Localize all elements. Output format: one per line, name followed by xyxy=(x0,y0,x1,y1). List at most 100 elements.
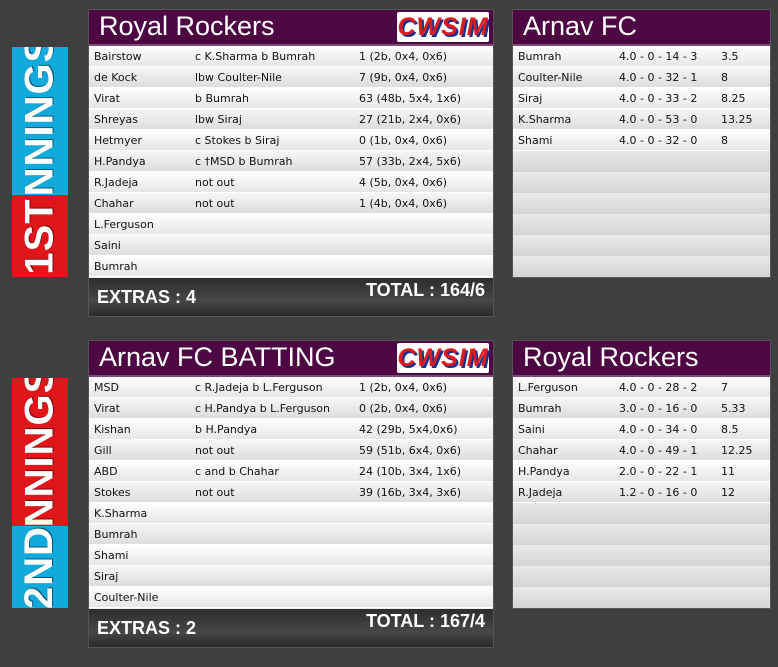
batter-name: H.Pandya xyxy=(94,154,146,168)
dismissal: c H.Pandya b L.Ferguson xyxy=(195,401,331,415)
innings-2-label: INNINGS 2ND xyxy=(12,378,68,608)
bowler-figures: 4.0 - 0 - 28 - 2 xyxy=(619,380,698,394)
batter-name: Shreyas xyxy=(94,112,138,126)
bowler-economy: 3.5 xyxy=(721,49,739,63)
empty-rows xyxy=(513,503,770,608)
batter-row: Bairstow c K.Sharma b Bumrah 1 (2b, 0x4, 0… xyxy=(89,46,493,67)
bowler-name: R.Jadeja xyxy=(518,485,563,499)
dismissal: b Bumrah xyxy=(195,91,249,105)
batter-row: Chahar not out 1 (4b, 0x4, 0x6) xyxy=(89,193,493,214)
batter-score: 1 (2b, 0x4, 0x6) xyxy=(359,49,448,63)
batter-name: R.Jadeja xyxy=(94,175,139,189)
innings-1-batting-card: Royal Rockers CWSIM Bairstow c K.Sharma b… xyxy=(88,9,494,317)
batter-row: Siraj xyxy=(89,566,493,587)
total-score: TOTAL : 164/6 xyxy=(365,280,485,300)
bowler-economy: 8 xyxy=(721,133,728,147)
bowler-name: H.Pandya xyxy=(518,464,570,478)
bowler-economy: 5.33 xyxy=(721,401,746,415)
total-score: TOTAL : 167/4 xyxy=(365,611,485,631)
bowler-economy: 13.25 xyxy=(721,112,753,126)
bowler-figures: 4.0 - 0 - 32 - 0 xyxy=(619,133,698,147)
dismissal: lbw Siraj xyxy=(195,112,242,126)
bowler-row: L.Ferguson 4.0 - 0 - 28 - 2 7 xyxy=(513,377,770,398)
innings-2-bowling-card: Royal Rockers L.Ferguson 4.0 - 0 - 28 - 2… xyxy=(512,340,771,609)
bowler-row: Bumrah 4.0 - 0 - 14 - 3 3.5 xyxy=(513,46,770,67)
batter-row: Hetmyer c Stokes b Siraj 0 (1b, 0x4, 0x6) xyxy=(89,130,493,151)
batter-name: Bumrah xyxy=(94,527,138,541)
batter-score: 42 (29b, 5x4,0x6) xyxy=(359,422,458,436)
batter-score: 0 (2b, 0x4, 0x6) xyxy=(359,401,448,415)
bowler-economy: 8 xyxy=(721,70,728,84)
dismissal: c R.Jadeja b L.Ferguson xyxy=(195,380,323,394)
batter-row: K.Sharma xyxy=(89,503,493,524)
bowling-rows: L.Ferguson 4.0 - 0 - 28 - 2 7 Bumrah 3.0 - … xyxy=(513,377,770,503)
bowling-team-title: Royal Rockers xyxy=(523,342,699,372)
bowler-row: Shami 4.0 - 0 - 32 - 0 8 xyxy=(513,130,770,151)
empty-rows xyxy=(513,151,770,277)
batter-name: Hetmyer xyxy=(94,133,142,147)
bowler-name: Coulter-Nile xyxy=(518,70,583,84)
dismissal: lbw Coulter-Nile xyxy=(195,70,282,84)
batter-name: Bumrah xyxy=(94,259,138,273)
batter-score: 59 (51b, 6x4, 0x6) xyxy=(359,443,462,457)
batter-name: ABD xyxy=(94,464,118,478)
bowler-name: Saini xyxy=(518,422,545,436)
batter-score: 1 (4b, 0x4, 0x6) xyxy=(359,196,448,210)
batter-name: Siraj xyxy=(94,569,119,583)
batter-row: Bumrah xyxy=(89,524,493,545)
bowler-name: Bumrah xyxy=(518,49,562,63)
batter-name: Saini xyxy=(94,238,121,252)
batter-row: Kishan b H.Pandya 42 (29b, 5x4,0x6) xyxy=(89,419,493,440)
bowler-economy: 11 xyxy=(721,464,735,478)
dismissal: c K.Sharma b Bumrah xyxy=(195,49,316,63)
batter-name: Chahar xyxy=(94,196,134,210)
batter-score: 57 (33b, 2x4, 5x6) xyxy=(359,154,462,168)
bowler-economy: 12 xyxy=(721,485,735,499)
dismissal: not out xyxy=(195,443,235,457)
batter-row: Coulter-Nile xyxy=(89,587,493,608)
bowler-name: Siraj xyxy=(518,91,543,105)
bowler-row: Bumrah 3.0 - 0 - 16 - 0 5.33 xyxy=(513,398,770,419)
batter-name: MSD xyxy=(94,380,119,394)
dismissal: c and b Chahar xyxy=(195,464,279,478)
dismissal: c Stokes b Siraj xyxy=(195,133,280,147)
batting-footer: EXTRAS : 4 TOTAL : 164/6 xyxy=(89,278,493,316)
batter-name: Gill xyxy=(94,443,112,457)
bowler-figures: 4.0 - 0 - 32 - 1 xyxy=(619,70,698,84)
batter-row: de Kock lbw Coulter-Nile 7 (9b, 0x4, 0x6) xyxy=(89,67,493,88)
batter-row: Virat c H.Pandya b L.Ferguson 0 (2b, 0x4, … xyxy=(89,398,493,419)
bowler-row: Siraj 4.0 - 0 - 33 - 2 8.25 xyxy=(513,88,770,109)
bowler-economy: 7 xyxy=(721,380,728,394)
batting-card-header: Royal Rockers CWSIM xyxy=(89,10,493,46)
batter-name: Coulter-Nile xyxy=(94,590,159,604)
dismissal: b H.Pandya xyxy=(195,422,258,436)
batter-row: Bumrah xyxy=(89,256,493,277)
batter-row: Shreyas lbw Siraj 27 (21b, 2x4, 0x6) xyxy=(89,109,493,130)
batter-name: Shami xyxy=(94,548,129,562)
extras-text: EXTRAS : 2 xyxy=(97,618,197,638)
batter-score: 24 (10b, 3x4, 1x6) xyxy=(359,464,462,478)
dismissal: not out xyxy=(195,485,235,499)
batter-name: K.Sharma xyxy=(94,506,148,520)
cwsim-logo: CWSIM xyxy=(397,12,489,42)
bowler-name: K.Sharma xyxy=(518,112,572,126)
bowler-row: H.Pandya 2.0 - 0 - 22 - 1 11 xyxy=(513,461,770,482)
batting-card-header: Arnav FC BATTING CWSIM xyxy=(89,341,493,377)
batting-footer: EXTRAS : 2 TOTAL : 167/4 xyxy=(89,609,493,647)
innings-1-number: 1ST xyxy=(12,195,68,277)
bowler-figures: 3.0 - 0 - 16 - 0 xyxy=(619,401,698,415)
bowler-row: Chahar 4.0 - 0 - 49 - 1 12.25 xyxy=(513,440,770,461)
extras-text: EXTRAS : 4 xyxy=(97,287,197,307)
bowler-figures: 4.0 - 0 - 34 - 0 xyxy=(619,422,698,436)
bowler-economy: 8.5 xyxy=(721,422,739,436)
bowler-figures: 4.0 - 0 - 33 - 2 xyxy=(619,91,698,105)
batting-team-title: Royal Rockers xyxy=(99,11,275,41)
innings-1-bowling-card: Arnav FC Bumrah 4.0 - 0 - 14 - 3 3.5 Coult… xyxy=(512,9,771,278)
bowler-name: Bumrah xyxy=(518,401,562,415)
bowler-row: K.Sharma 4.0 - 0 - 53 - 0 13.25 xyxy=(513,109,770,130)
innings-2-word: INNINGS xyxy=(12,378,68,526)
innings-1-label: INNINGS 1ST xyxy=(12,47,68,277)
bowling-rows: Bumrah 4.0 - 0 - 14 - 3 3.5 Coulter-Nile 4.… xyxy=(513,46,770,151)
bowler-figures: 4.0 - 0 - 53 - 0 xyxy=(619,112,698,126)
innings-2-number: 2ND xyxy=(12,526,68,608)
